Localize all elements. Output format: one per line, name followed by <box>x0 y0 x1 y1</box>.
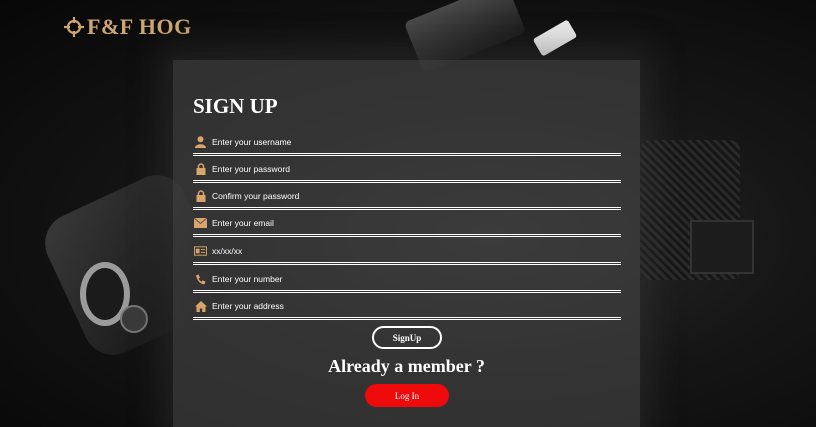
phone-icon <box>194 273 207 286</box>
email-input[interactable] <box>212 218 592 228</box>
lock-icon <box>194 163 207 176</box>
address-field[interactable] <box>193 295 621 320</box>
background-sight <box>532 19 578 57</box>
home-icon <box>194 300 207 313</box>
background-grip-texture <box>640 140 740 280</box>
id-card-icon <box>194 245 207 258</box>
login-button[interactable]: Log In <box>365 384 449 407</box>
date-input[interactable] <box>212 246 592 256</box>
confirm-password-field[interactable] <box>193 185 621 210</box>
background-barrel-ring <box>80 262 130 326</box>
background-knob <box>120 305 148 333</box>
lock-icon <box>194 190 207 203</box>
signup-panel: SIGN UP Enter your username Enter your e… <box>173 60 640 427</box>
email-field[interactable] <box>193 212 621 237</box>
confirm-password-input[interactable] <box>212 191 592 201</box>
form-title: SIGN UP <box>193 94 278 118</box>
username-input[interactable] <box>212 137 592 147</box>
crosshair-icon <box>64 17 84 37</box>
number-field[interactable] <box>193 268 621 293</box>
already-member-text: Already a member ? <box>328 356 485 376</box>
password-input[interactable] <box>212 164 592 174</box>
signup-button[interactable]: SignUp <box>372 326 442 349</box>
number-input[interactable] <box>212 274 592 284</box>
password-field[interactable] <box>193 158 621 183</box>
brand-logo[interactable]: F&F HOG <box>64 14 192 40</box>
user-icon <box>194 136 207 149</box>
brand-name: F&F HOG <box>87 14 192 39</box>
username-field[interactable] <box>193 131 621 156</box>
background-magazine <box>690 220 754 274</box>
address-input[interactable] <box>212 301 592 311</box>
envelope-icon <box>194 217 207 230</box>
date-field[interactable] <box>193 240 621 265</box>
